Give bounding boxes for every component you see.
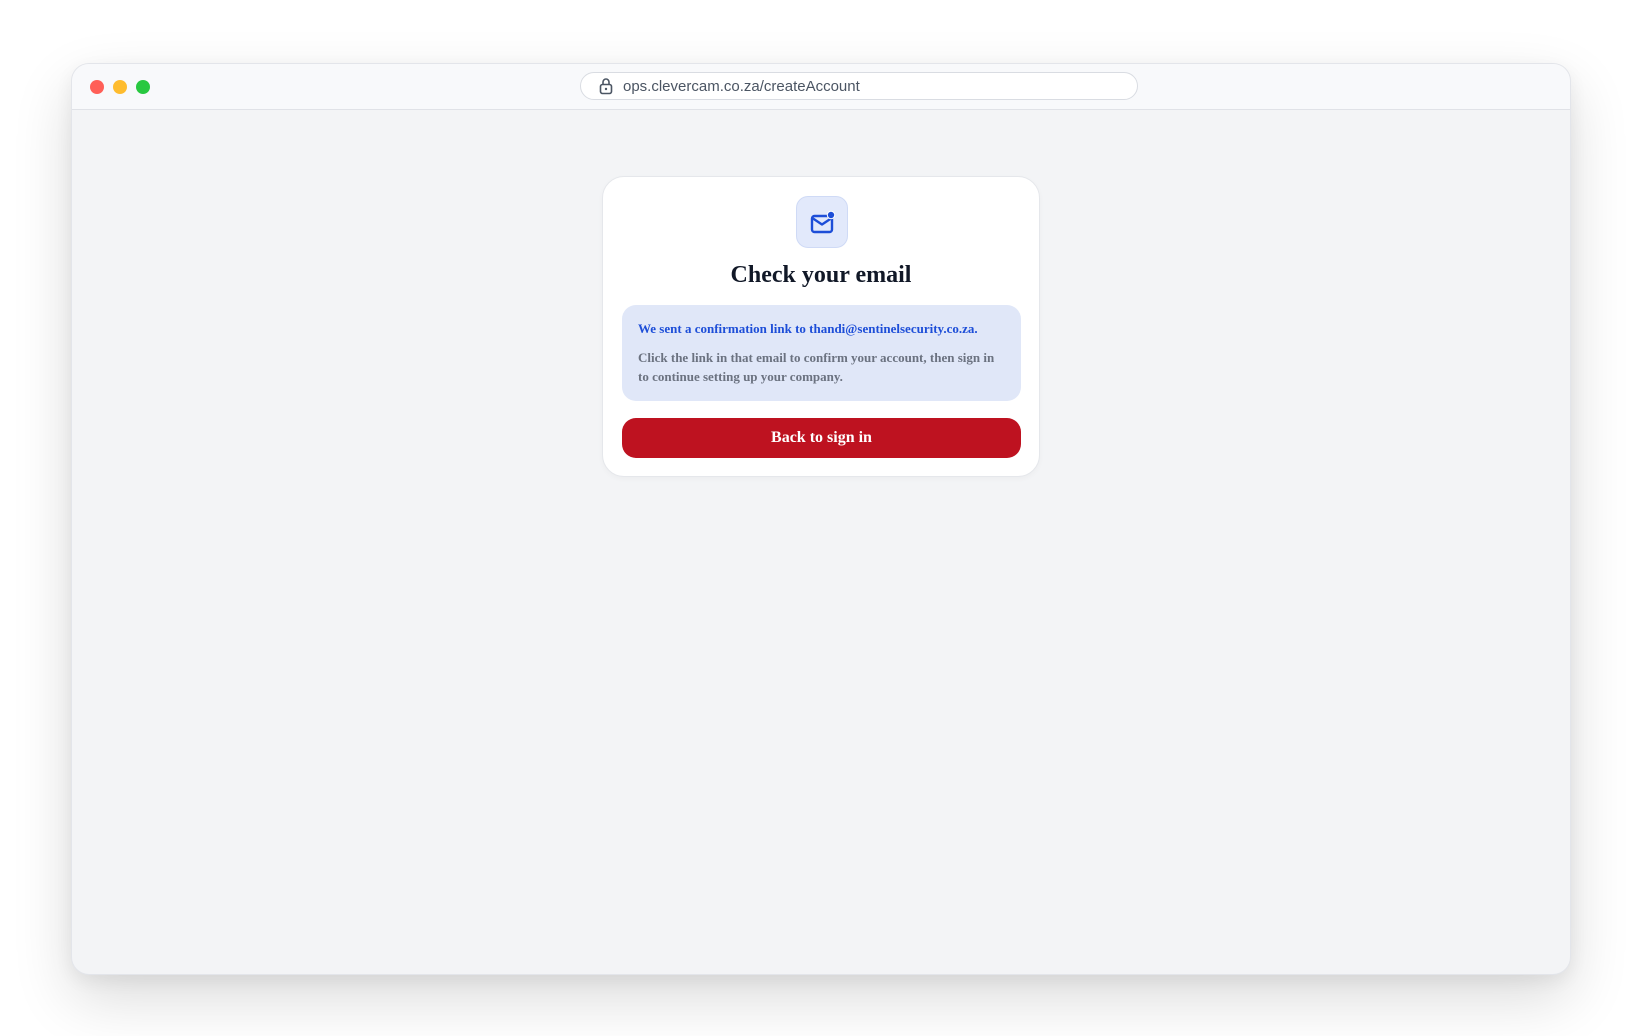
lock-icon — [599, 77, 613, 95]
confirmation-instructions: Click the link in that email to confirm … — [638, 350, 995, 384]
browser-titlebar: ops.clevercam.co.za/createAccount — [72, 64, 1570, 110]
confirmation-sent-message: We sent a confirmation link to thandi@se… — [638, 321, 978, 336]
info-message-box: We sent a confirmation link to thandi@se… — [622, 305, 1021, 401]
address-bar[interactable]: ops.clevercam.co.za/createAccount — [580, 72, 1138, 100]
back-to-sign-in-button[interactable]: Back to sign in — [622, 418, 1021, 458]
address-bar-url: ops.clevercam.co.za/createAccount — [623, 78, 860, 95]
page-title: Check your email — [730, 262, 912, 288]
browser-window: ops.clevercam.co.za/createAccount Check … — [71, 63, 1571, 975]
confirmation-card: Check your email We sent a confirmation … — [602, 176, 1040, 477]
maximize-window-icon[interactable] — [136, 80, 150, 94]
minimize-window-icon[interactable] — [113, 80, 127, 94]
mail-notification-icon — [796, 196, 848, 248]
close-window-icon[interactable] — [90, 80, 104, 94]
